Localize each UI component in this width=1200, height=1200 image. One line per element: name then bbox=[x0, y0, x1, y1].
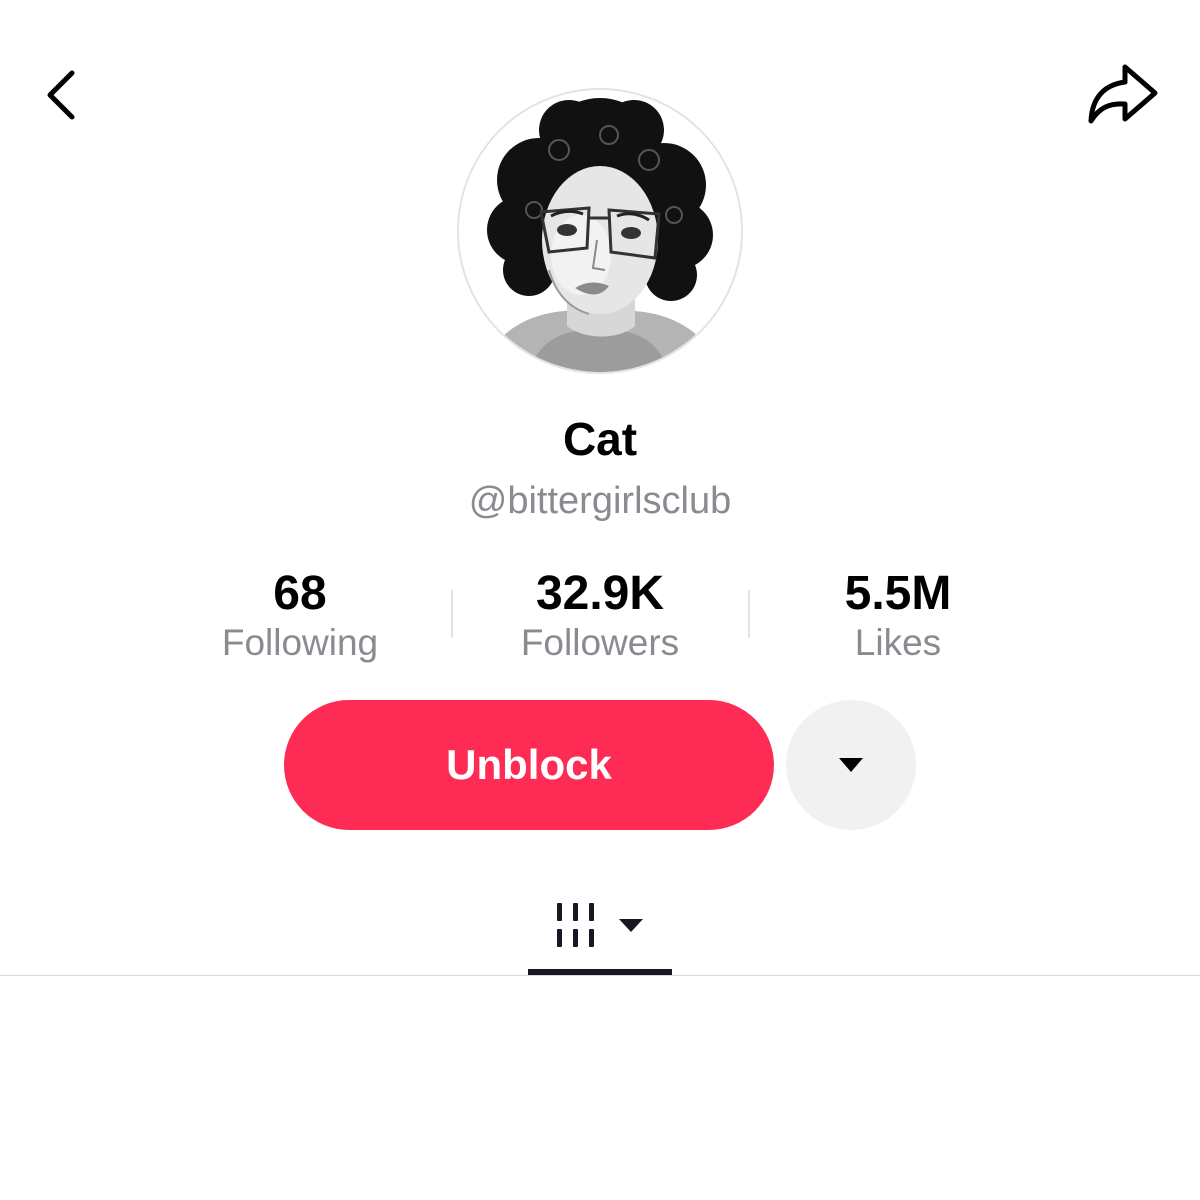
username-handle: @bittergirlsclub bbox=[468, 480, 732, 522]
avatar-illustration bbox=[459, 90, 741, 372]
stat-following[interactable]: 68 Following bbox=[150, 566, 450, 666]
unblock-button[interactable]: Unblock bbox=[284, 700, 774, 830]
back-button[interactable] bbox=[30, 60, 90, 130]
chevron-left-icon bbox=[47, 70, 75, 120]
following-count: 68 bbox=[273, 567, 327, 620]
caret-down-icon bbox=[839, 758, 863, 772]
avatar[interactable] bbox=[457, 88, 743, 374]
display-name: Cat bbox=[562, 413, 638, 465]
stat-likes[interactable]: 5.5M Likes bbox=[748, 566, 1048, 666]
share-button[interactable] bbox=[1080, 55, 1166, 135]
following-label: Following bbox=[221, 622, 379, 663]
caret-down-icon bbox=[619, 919, 643, 932]
video-grid-icon bbox=[557, 903, 594, 947]
share-arrow-icon bbox=[1088, 64, 1158, 124]
more-options-button[interactable] bbox=[786, 700, 916, 830]
followers-label: Followers bbox=[520, 622, 680, 663]
likes-label: Likes bbox=[854, 622, 942, 663]
followers-count: 32.9K bbox=[535, 567, 665, 620]
likes-count: 5.5M bbox=[844, 567, 952, 620]
tab-videos[interactable] bbox=[528, 880, 672, 972]
stat-followers[interactable]: 32.9K Followers bbox=[450, 566, 750, 666]
tab-bar-divider bbox=[0, 975, 1200, 976]
